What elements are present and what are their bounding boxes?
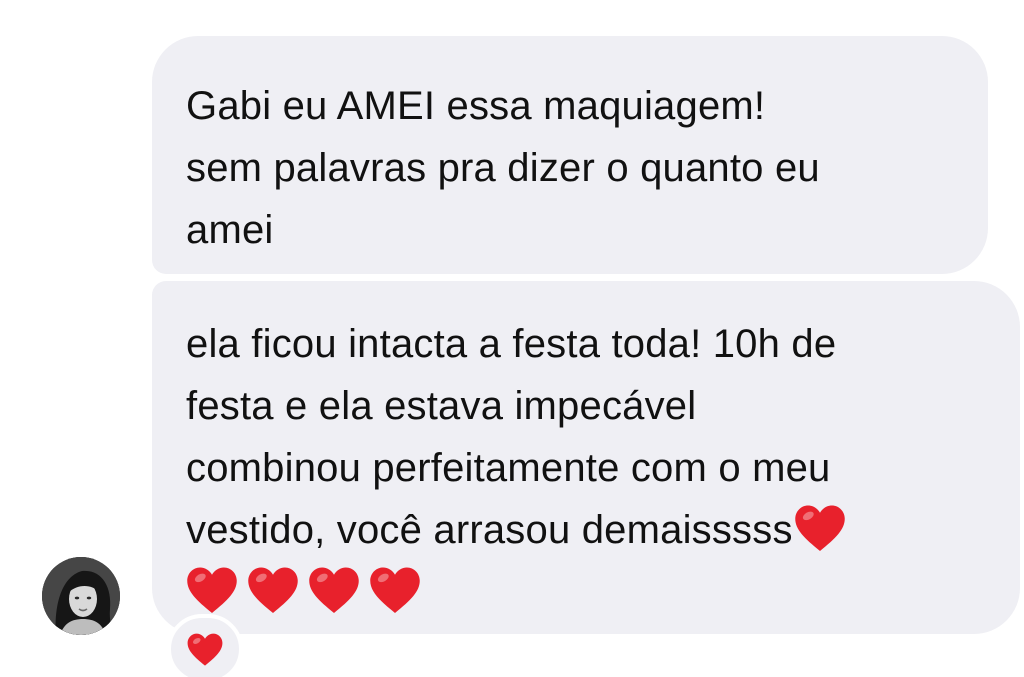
message-text-line: vestido, você arrasou demaisssss xyxy=(186,499,990,561)
heart-icon xyxy=(246,565,300,615)
heart-icon xyxy=(368,565,422,615)
heart-icon xyxy=(186,632,224,667)
message-bubble[interactable]: Gabi eu AMEI essa maquiagem! sem palavra… xyxy=(152,36,988,274)
reaction-badge[interactable] xyxy=(167,614,243,677)
message-text-line: Gabi eu AMEI essa maquiagem! xyxy=(186,84,766,128)
message-text-line: combinou perfeitamente com o meu xyxy=(186,446,831,490)
avatar[interactable] xyxy=(42,557,120,635)
message-text: vestido, você arrasou demaisssss xyxy=(186,508,793,552)
avatar-photo-icon xyxy=(42,557,120,635)
heart-icon xyxy=(185,565,239,615)
chat-thread: Gabi eu AMEI essa maquiagem! sem palavra… xyxy=(0,0,1024,677)
message-text-line: ela ficou intacta a festa toda! 10h de xyxy=(186,322,837,366)
message-bubble[interactable]: ela ficou intacta a festa toda! 10h de f… xyxy=(152,281,1020,634)
heart-icon xyxy=(307,565,361,615)
emoji-row xyxy=(185,561,990,623)
heart-icon xyxy=(793,503,847,553)
message-text-line: sem palavras pra dizer o quanto eu xyxy=(186,146,820,190)
message-text-line: amei xyxy=(186,208,274,252)
message-text-line: festa e ela estava impecável xyxy=(186,384,697,428)
